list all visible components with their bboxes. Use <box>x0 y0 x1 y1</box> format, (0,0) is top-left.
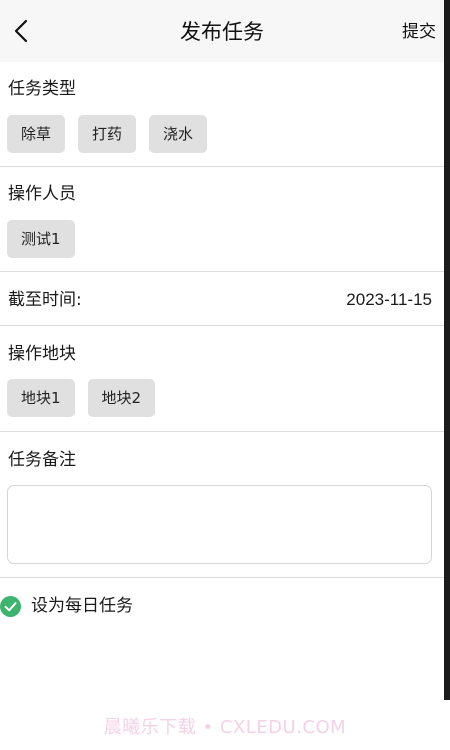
task-type-label: 任务类型 <box>8 79 76 99</box>
operator-chip[interactable]: 测试1 <box>7 220 75 258</box>
divider <box>0 577 444 578</box>
deadline-date-picker[interactable]: 2023-11-15 <box>346 288 432 312</box>
page-title: 发布任务 <box>180 20 264 44</box>
remark-textarea[interactable] <box>7 485 432 564</box>
operator-label: 操作人员 <box>8 184 76 204</box>
screen-edge <box>444 0 450 700</box>
plot-chip-1[interactable]: 地块1 <box>7 379 75 417</box>
task-type-options: 除草 打药 浇水 <box>7 115 208 153</box>
check-circle-icon[interactable] <box>0 595 21 617</box>
daily-task-toggle[interactable]: 设为每日任务 <box>0 594 133 618</box>
submit-button[interactable]: 提交 <box>402 20 436 44</box>
app-screen: 发布任务 提交 任务类型 除草 打药 浇水 操作人员 测试1 截至时间: 202… <box>0 0 444 700</box>
watermark-text: 晨曦乐下载 • CXLEDU.COM <box>103 717 347 738</box>
task-type-chip-weeding[interactable]: 除草 <box>7 115 66 153</box>
operator-options: 测试1 <box>7 220 75 258</box>
deadline-label: 截至时间: <box>8 290 82 310</box>
divider <box>0 431 444 432</box>
divider <box>0 166 444 167</box>
navigation-bar: 发布任务 提交 <box>0 0 444 62</box>
plot-options: 地块1 地块2 <box>7 379 156 417</box>
task-type-chip-spraying[interactable]: 打药 <box>78 115 137 153</box>
divider <box>0 325 444 326</box>
plot-chip-2[interactable]: 地块2 <box>87 379 156 417</box>
plot-label: 操作地块 <box>8 344 76 364</box>
remark-label: 任务备注 <box>8 450 76 470</box>
divider <box>0 271 444 272</box>
task-type-chip-watering[interactable]: 浇水 <box>149 115 208 153</box>
daily-task-label: 设为每日任务 <box>31 596 133 616</box>
